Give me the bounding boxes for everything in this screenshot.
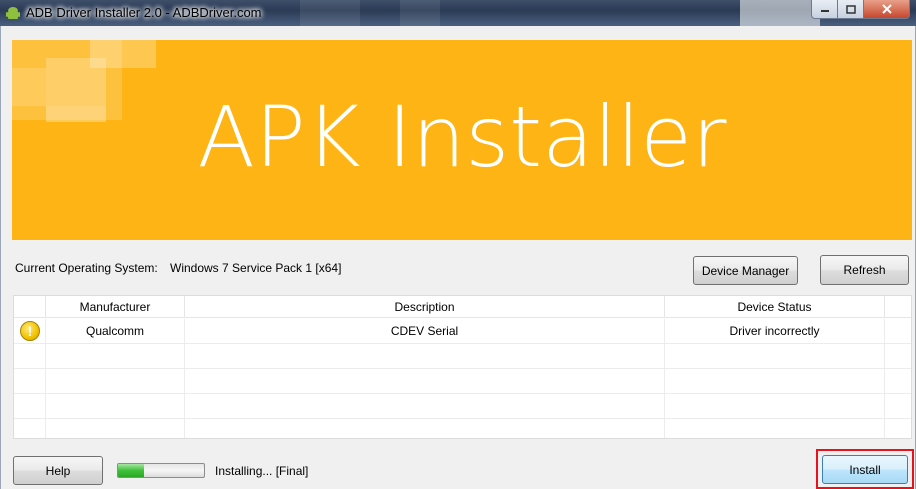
status-text: Installing... [Final] [215,464,309,478]
extra-cell [885,319,911,344]
window-title: ADB Driver Installer 2.0 - ADBDriver.com [26,5,262,20]
close-icon [881,4,892,14]
background-blur [300,0,360,26]
background-blur [400,0,440,26]
refresh-button[interactable]: Refresh [820,255,909,285]
background-blur [740,0,820,26]
banner-decoration [90,40,156,68]
help-button[interactable]: Help [13,456,103,485]
table-row-empty [14,369,911,394]
description-cell: CDEV Serial [185,319,665,344]
android-icon [6,7,20,19]
close-button[interactable] [864,0,910,19]
banner-title: APK Installer [197,88,727,186]
device-manager-button[interactable]: Device Manager [693,256,798,285]
window-controls [811,0,910,20]
status-cell: Driver incorrectly [665,319,885,344]
column-header-manufacturer[interactable]: Manufacturer [46,296,185,318]
column-header-icon[interactable] [14,296,46,318]
manufacturer-cell: Qualcomm [46,319,185,344]
minimize-icon [820,10,829,12]
table-row-empty [14,419,911,438]
table-row[interactable]: ! Qualcomm CDEV Serial Driver incorrectl… [14,319,911,344]
column-header-description[interactable]: Description [185,296,665,318]
progress-fill [118,464,144,477]
title-bar: ADB Driver Installer 2.0 - ADBDriver.com [0,0,916,26]
banner: APK Installer [12,40,912,240]
table-row-empty [14,344,911,369]
install-progress-bar [117,463,205,478]
table-header: Manufacturer Description Device Status [14,296,911,318]
row-icon-cell: ! [14,319,46,344]
minimize-button[interactable] [811,0,838,19]
maximize-button[interactable] [838,0,864,19]
os-value: Windows 7 Service Pack 1 [x64] [170,261,342,275]
table-row-empty [14,394,911,419]
os-label: Current Operating System: [15,261,158,275]
column-header-extra [885,296,911,318]
device-table[interactable]: Manufacturer Description Device Status !… [13,295,912,439]
warning-icon: ! [20,321,40,341]
maximize-icon [845,4,856,14]
column-header-status[interactable]: Device Status [665,296,885,318]
install-button[interactable]: Install [822,455,908,484]
